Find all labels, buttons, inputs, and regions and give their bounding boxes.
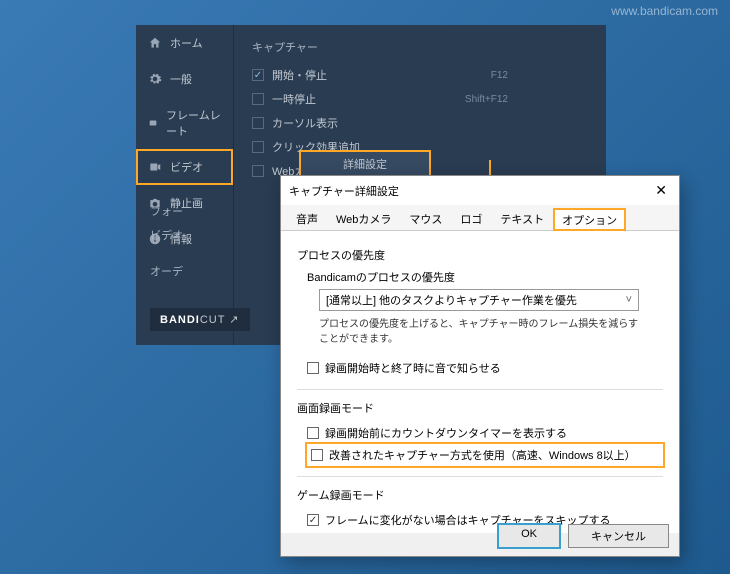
check-label: 一時停止 [272, 91, 316, 107]
sidebar-label: ホーム [170, 35, 203, 51]
audio-label: オーデ [150, 263, 183, 279]
capture-start-stop[interactable]: 開始・停止 F12 [252, 63, 588, 87]
priority-combo[interactable]: [通常以上] 他のタスクよりキャプチャー作業を優先 [319, 289, 639, 311]
check-label: カーソル表示 [272, 115, 338, 131]
ok-button[interactable]: OK [498, 524, 560, 548]
improved-capture-option[interactable]: 改善されたキャプチャー方式を使用（高速、Windows 8以上） [307, 444, 663, 466]
video-label: ビデオ [150, 227, 183, 243]
checkbox-icon[interactable] [252, 117, 264, 129]
tab-text[interactable]: テキスト [491, 207, 553, 230]
fps-icon [148, 116, 158, 130]
detail-settings-button[interactable]: 詳細設定 [300, 151, 430, 177]
separator [297, 476, 663, 477]
sidebar-item-fps[interactable]: フレームレート [136, 97, 233, 149]
tab-audio[interactable]: 音声 [287, 207, 327, 230]
bandicut-link[interactable]: BANDICUT ↗ [150, 308, 250, 331]
sidebar: ホーム 一般 フレームレート ビデオ 静止画 情報 [136, 25, 234, 345]
priority-sub: Bandicamのプロセスの優先度 [307, 269, 663, 285]
checkbox-icon[interactable] [307, 427, 319, 439]
check-label: 録画開始時と終了時に音で知らせる [325, 360, 501, 376]
dialog-buttons: OK キャンセル [498, 524, 669, 548]
separator [297, 389, 663, 390]
check-label: 録画開始前にカウントダウンタイマーを表示する [325, 425, 567, 441]
game-mode-title: ゲーム録画モード [297, 487, 663, 503]
dialog-tabs: 音声 Webカメラ マウス ロゴ テキスト オプション [281, 205, 679, 231]
hotkey-label: Shift+F12 [465, 94, 508, 105]
watermark: www.bandicam.com [611, 4, 718, 18]
sidebar-item-general[interactable]: 一般 [136, 61, 233, 97]
tab-webcam[interactable]: Webカメラ [327, 207, 400, 230]
tab-options[interactable]: オプション [553, 208, 626, 231]
close-button[interactable]: ✕ [651, 182, 671, 199]
countdown-option[interactable]: 録画開始前にカウントダウンタイマーを表示する [307, 422, 663, 444]
dialog-titlebar: キャプチャー詳細設定 ✕ [281, 176, 679, 205]
sidebar-item-video[interactable]: ビデオ [136, 149, 233, 185]
hotkey-label: F12 [491, 70, 508, 81]
checkbox-icon[interactable] [307, 362, 319, 374]
capture-cursor[interactable]: カーソル表示 [252, 111, 588, 135]
combo-value: [通常以上] 他のタスクよりキャプチャー作業を優先 [326, 292, 577, 308]
sidebar-label: フレームレート [166, 107, 221, 139]
gear-icon [148, 72, 162, 86]
checkbox-icon[interactable] [252, 69, 264, 81]
dialog-body: プロセスの優先度 Bandicamのプロセスの優先度 [通常以上] 他のタスクよ… [281, 231, 679, 533]
format-label: フォー [150, 203, 183, 219]
dialog-title-text: キャプチャー詳細設定 [289, 183, 399, 199]
tab-logo[interactable]: ロゴ [451, 207, 491, 230]
checkbox-icon[interactable] [311, 449, 323, 461]
checkbox-icon[interactable] [307, 514, 319, 526]
checkbox-icon[interactable] [252, 141, 264, 153]
bandicut-suffix: CUT ↗ [200, 314, 240, 326]
cancel-button[interactable]: キャンセル [568, 524, 669, 548]
capture-section-title: キャプチャー [252, 39, 588, 55]
sound-notify-option[interactable]: 録画開始時と終了時に音で知らせる [307, 357, 663, 379]
sidebar-label: 一般 [170, 71, 192, 87]
check-label: 開始・停止 [272, 67, 327, 83]
checkbox-icon[interactable] [252, 93, 264, 105]
capture-pause[interactable]: 一時停止 Shift+F12 [252, 87, 588, 111]
home-icon [148, 36, 162, 50]
priority-hint: プロセスの優先度を上げると、キャプチャー時のフレーム損失を減らすことができます。 [319, 315, 639, 345]
capture-detail-dialog: キャプチャー詳細設定 ✕ 音声 Webカメラ マウス ロゴ テキスト オプション… [280, 175, 680, 557]
checkbox-icon[interactable] [252, 165, 264, 177]
priority-group-title: プロセスの優先度 [297, 247, 663, 263]
screen-mode-title: 画面録画モード [297, 400, 663, 416]
check-label: 改善されたキャプチャー方式を使用（高速、Windows 8以上） [329, 447, 636, 463]
video-icon [148, 160, 162, 174]
tab-mouse[interactable]: マウス [400, 207, 451, 230]
bandicut-brand: BANDI [160, 314, 200, 326]
sidebar-item-home[interactable]: ホーム [136, 25, 233, 61]
sidebar-label: ビデオ [170, 159, 203, 175]
